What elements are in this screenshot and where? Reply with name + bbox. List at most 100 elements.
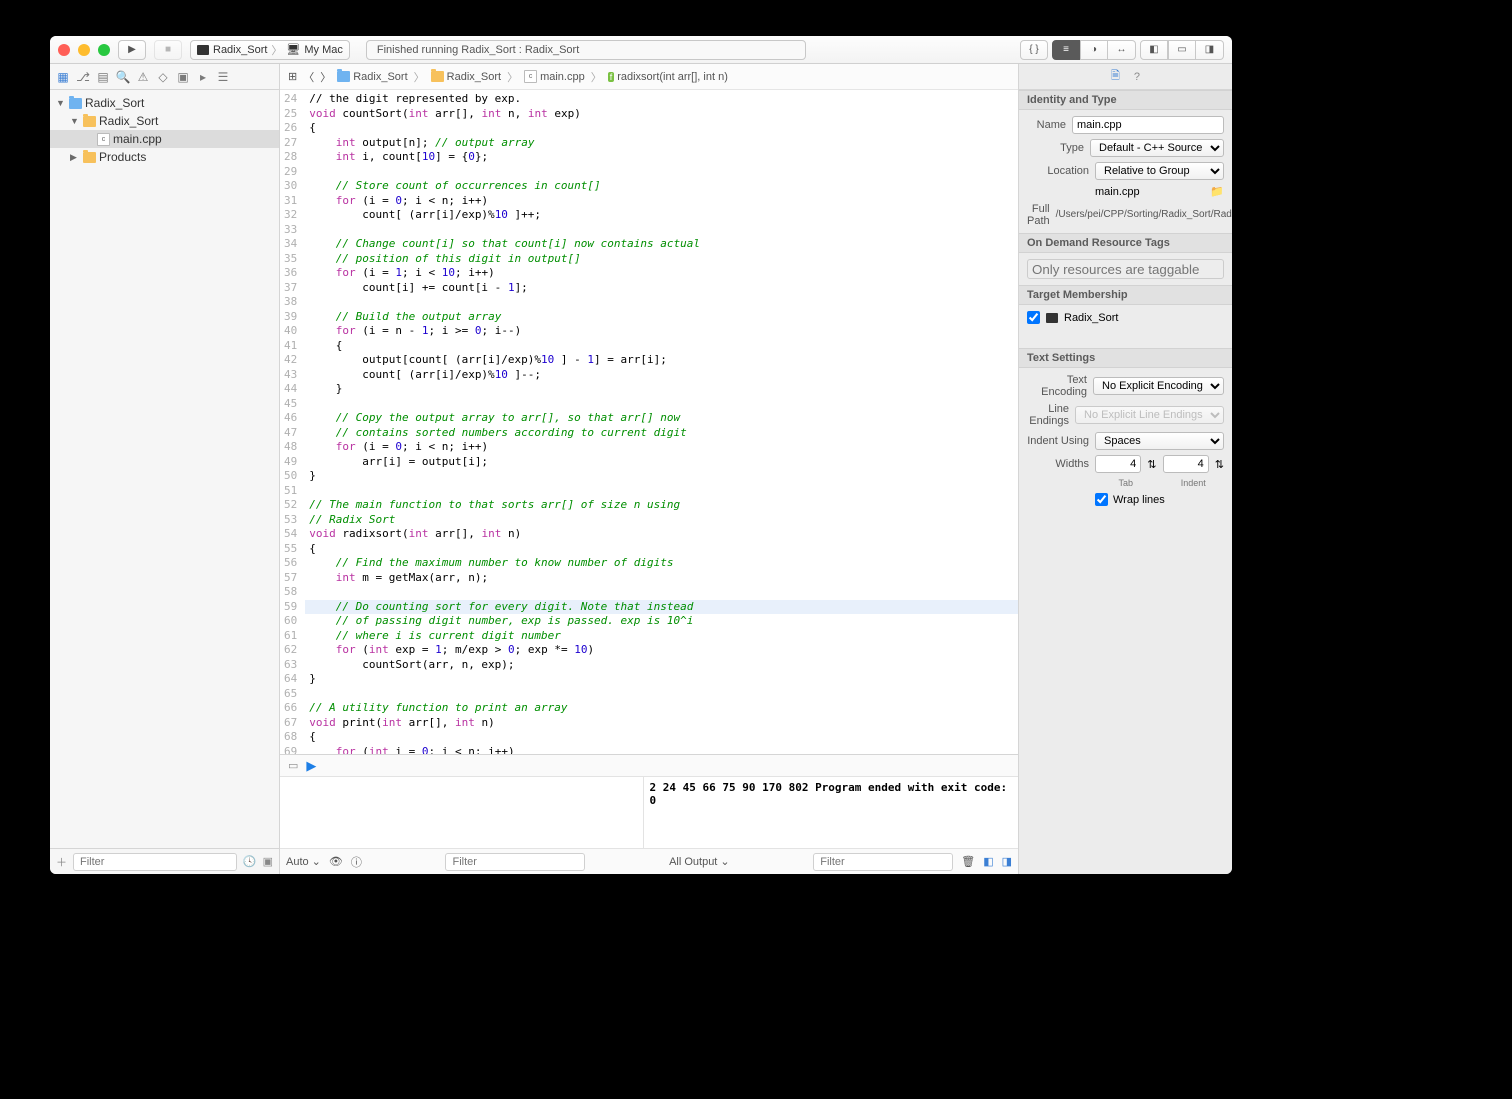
add-icon[interactable]: ＋ <box>56 854 67 870</box>
crumb-project[interactable]: Radix_Sort <box>337 71 407 83</box>
code-content[interactable]: // the digit represented by exp.void cou… <box>305 90 1018 754</box>
inspector-tabs: 🗎 ? <box>1019 64 1232 90</box>
scheme-dest: My Mac <box>304 44 343 56</box>
odr-field <box>1027 259 1224 279</box>
console-output[interactable]: 2 24 45 66 75 90 170 802 Program ended w… <box>644 777 1019 848</box>
scheme-selector[interactable]: Radix_Sort 〉 🖥 My Mac <box>190 40 350 60</box>
left-pane-icon[interactable]: ◧ <box>983 855 993 868</box>
library-button[interactable]: { } <box>1020 40 1048 60</box>
type-select[interactable]: Default - C++ Source <box>1090 139 1224 157</box>
indent-width[interactable] <box>1163 455 1209 473</box>
activity-status: Finished running Radix_Sort : Radix_Sort <box>366 40 806 60</box>
target-name: Radix_Sort <box>1064 312 1118 324</box>
crumb-symbol[interactable]: fradixsort(int arr[], int n) <box>608 71 728 83</box>
console-filter[interactable] <box>813 853 953 871</box>
breakpoint-toggle-icon[interactable]: ▶ <box>306 758 316 774</box>
text-settings-header: Text Settings <box>1019 348 1232 368</box>
report-nav-icon[interactable]: ☰ <box>216 70 230 84</box>
source-control-nav-icon[interactable]: ⎇ <box>76 70 90 84</box>
target-header: Target Membership <box>1019 285 1232 305</box>
navigator-filter[interactable] <box>73 853 237 871</box>
output-mode[interactable]: All Output ⌄ <box>669 855 730 868</box>
crumb-group[interactable]: Radix_Sort <box>431 71 501 83</box>
project-icon <box>337 71 350 82</box>
scheme-icon <box>197 45 209 55</box>
editor-area: ⊞ 〈 〉 Radix_Sort 〉 Radix_Sort 〉 cmain.cp… <box>280 64 1018 874</box>
zoom-window[interactable] <box>98 44 110 56</box>
name-field[interactable] <box>1072 116 1224 134</box>
close-window[interactable] <box>58 44 70 56</box>
debug-toolbar: ▭ ▶ <box>280 755 1018 777</box>
jump-bar: ⊞ 〈 〉 Radix_Sort 〉 Radix_Sort 〉 cmain.cp… <box>280 64 1018 90</box>
folder-icon <box>83 116 96 127</box>
tree-project[interactable]: ▼Radix_Sort <box>50 94 279 112</box>
stepper-icon[interactable]: ⇅ <box>1147 458 1156 471</box>
quicklook-icon[interactable]: 👁 <box>329 855 343 868</box>
stop-button[interactable]: ■ <box>154 40 182 60</box>
find-nav-icon[interactable]: 🔍 <box>116 70 130 84</box>
editor-mode-seg: ≡ ◑ ↔ <box>1052 40 1136 60</box>
run-button[interactable]: ▶ <box>118 40 146 60</box>
titlebar: ▶ ■ Radix_Sort 〉 🖥 My Mac Finished runni… <box>50 36 1232 64</box>
recent-icon[interactable]: 🕓 <box>243 855 257 868</box>
cpp-file-icon: c <box>524 70 537 83</box>
forward-button[interactable]: 〉 <box>320 69 331 85</box>
print-icon[interactable]: ⓘ <box>351 854 362 870</box>
toggle-inspector[interactable]: ◨ <box>1196 40 1224 60</box>
version-editor[interactable]: ↔ <box>1108 40 1136 60</box>
project-icon <box>69 98 82 109</box>
test-nav-icon[interactable]: ◇ <box>156 70 170 84</box>
debug-bottom-bar: Auto ⌄ 👁 ⓘ All Output ⌄ 🗑 ◧ ◨ <box>280 848 1018 874</box>
variables-view[interactable] <box>280 777 644 848</box>
crumb-file[interactable]: cmain.cpp <box>524 70 585 83</box>
traffic-lights <box>58 44 110 56</box>
project-nav-icon[interactable]: ▦ <box>56 70 70 84</box>
target-checkbox[interactable] <box>1027 311 1040 324</box>
navigator-bottom: ＋ 🕓 ▣ <box>50 848 279 874</box>
scm-icon[interactable]: ▣ <box>263 855 273 868</box>
navigator-tabs: ▦ ⎇ ▤ 🔍 ⚠ ◇ ▣ ▸ ☰ <box>50 64 279 90</box>
file-inspector-icon[interactable]: 🗎 <box>1111 67 1120 86</box>
variables-filter[interactable] <box>445 853 585 871</box>
assistant-editor[interactable]: ◑ <box>1080 40 1108 60</box>
location-file: main.cpp <box>1095 186 1204 198</box>
tab-width[interactable] <box>1095 455 1141 473</box>
symbol-nav-icon[interactable]: ▤ <box>96 70 110 84</box>
standard-editor[interactable]: ≡ <box>1052 40 1080 60</box>
minimize-window[interactable] <box>78 44 90 56</box>
debug-nav-icon[interactable]: ▣ <box>176 70 190 84</box>
lineend-select: No Explicit Line Endings <box>1075 406 1224 424</box>
indent-select[interactable]: Spaces <box>1095 432 1224 450</box>
toggle-navigator[interactable]: ◧ <box>1140 40 1168 60</box>
wrap-checkbox[interactable] <box>1095 493 1108 506</box>
help-inspector-icon[interactable]: ? <box>1134 71 1140 83</box>
odr-header: On Demand Resource Tags <box>1019 233 1232 253</box>
issue-nav-icon[interactable]: ⚠ <box>136 70 150 84</box>
cpp-file-icon: c <box>97 133 110 146</box>
code-editor[interactable]: 2425262728293031323334353637383940414243… <box>280 90 1018 754</box>
tree-group[interactable]: ▼Radix_Sort <box>50 112 279 130</box>
toggle-vars-icon[interactable]: ▭ <box>288 759 298 772</box>
trash-icon[interactable]: 🗑 <box>961 855 975 868</box>
stepper-icon[interactable]: ⇅ <box>1215 458 1224 471</box>
fullpath-value: /Users/pei/CPP/Sorting/Radix_Sort/Radix_… <box>1056 209 1232 221</box>
breakpoint-nav-icon[interactable]: ▸ <box>196 70 210 84</box>
project-tree: ▼Radix_Sort ▼Radix_Sort cmain.cpp ▶Produ… <box>50 90 279 848</box>
auto-scope[interactable]: Auto ⌄ <box>286 855 321 868</box>
line-gutter: 2425262728293031323334353637383940414243… <box>280 90 305 754</box>
back-button[interactable]: 〈 <box>303 69 314 85</box>
inspector: 🗎 ? Identity and Type Name TypeDefault -… <box>1018 64 1232 874</box>
tree-file-main[interactable]: cmain.cpp <box>50 130 279 148</box>
encoding-select[interactable]: No Explicit Encoding <box>1093 377 1224 395</box>
folder-icon <box>83 152 96 163</box>
panel-toggles: ◧ ▭ ◨ <box>1140 40 1224 60</box>
toggle-debug[interactable]: ▭ <box>1168 40 1196 60</box>
right-pane-icon[interactable]: ◨ <box>1002 855 1012 868</box>
target-icon <box>1046 313 1058 323</box>
scheme-name: Radix_Sort <box>213 44 267 56</box>
related-icon[interactable]: ⊞ <box>288 70 297 83</box>
folder-picker-icon[interactable]: 📁 <box>1210 185 1224 198</box>
navigator: ▦ ⎇ ▤ 🔍 ⚠ ◇ ▣ ▸ ☰ ▼Radix_Sort ▼Radix_Sor… <box>50 64 280 874</box>
location-select[interactable]: Relative to Group <box>1095 162 1224 180</box>
tree-products[interactable]: ▶Products <box>50 148 279 166</box>
